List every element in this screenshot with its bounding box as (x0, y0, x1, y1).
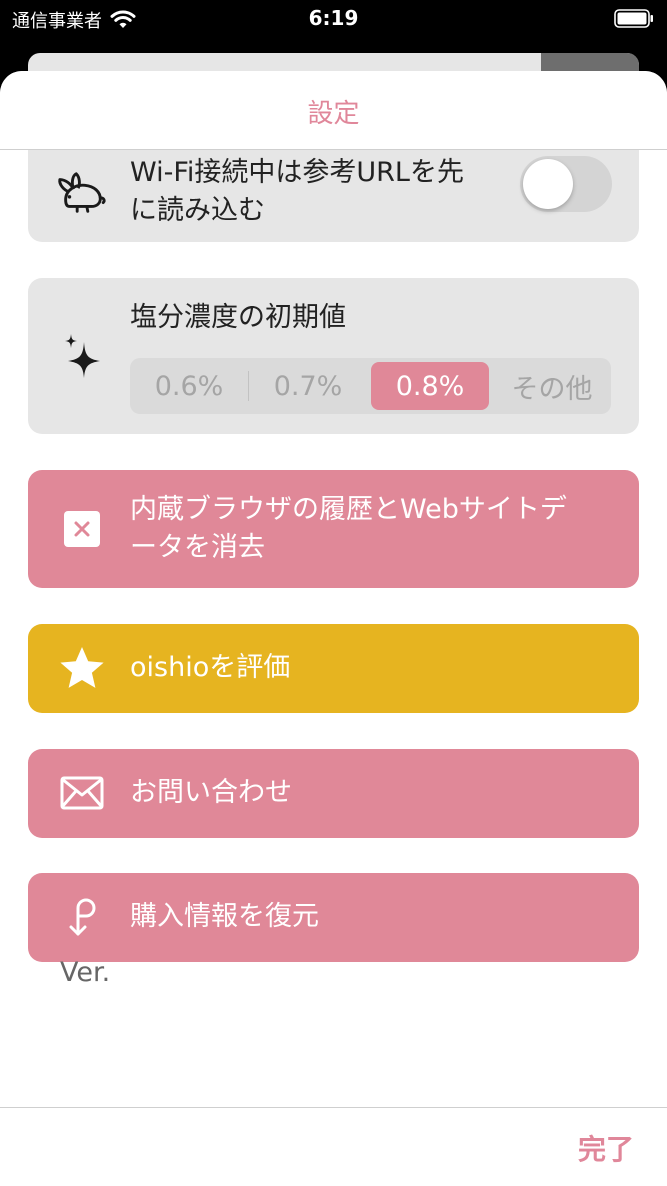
wifi-preload-toggle[interactable] (520, 156, 612, 212)
version-label: Ver. (60, 957, 111, 988)
segment-other[interactable]: その他 (493, 362, 611, 410)
star-icon (56, 642, 108, 694)
battery-icon (614, 9, 653, 28)
rate-app-button[interactable]: oishioを評価 (28, 624, 639, 713)
close-box-icon (56, 503, 108, 555)
contact-button[interactable]: お問い合わせ (28, 749, 639, 838)
envelope-icon (56, 767, 108, 819)
toggle-knob (523, 159, 573, 209)
status-bar: 通信事業者 6:19 (0, 0, 667, 40)
segment-0-8[interactable]: 0.8% (371, 362, 489, 410)
clear-history-label-line2: ータを消去 (130, 532, 265, 563)
wifi-preload-row: Wi-Fi接続中は参考URLを先 に読み込む (28, 150, 639, 242)
segment-0-7[interactable]: 0.7% (249, 362, 367, 410)
sparkle-icon (56, 330, 108, 382)
clear-history-button[interactable]: 内蔵ブラウザの履歴とWebサイトデ ータを消去 (28, 470, 639, 588)
clear-history-label-line1: 内蔵ブラウザの履歴とWebサイトデ (130, 494, 567, 525)
sheet-header: 設定 (0, 71, 667, 150)
salt-segmented-control: 0.6% 0.7% 0.8% その他 (130, 358, 611, 414)
contact-label: お問い合わせ (130, 777, 292, 808)
salt-default-label: 塩分濃度の初期値 (130, 302, 346, 333)
restore-purchase-button[interactable]: 購入情報を復元 (28, 873, 639, 962)
page-title: 設定 (307, 99, 360, 129)
sheet-footer: 完了 (0, 1107, 667, 1186)
settings-sheet: 設定 Wi-Fi接続中は参考URLを先 に読み込む 塩分濃度の初期値 0.6% … (0, 71, 667, 1186)
salt-default-row: 塩分濃度の初期値 0.6% 0.7% 0.8% その他 (28, 278, 639, 434)
rate-app-label: oishioを評価 (130, 652, 291, 683)
wifi-preload-label-line1: Wi-Fi接続中は参考URLを先 (130, 157, 464, 188)
status-time: 6:19 (308, 6, 359, 30)
done-button[interactable]: 完了 (578, 1128, 634, 1168)
rabbit-icon (56, 167, 108, 219)
segment-0-6[interactable]: 0.6% (130, 362, 248, 410)
restore-purchase-label: 購入情報を復元 (130, 901, 319, 932)
wifi-preload-label-line2: に読み込む (130, 195, 265, 226)
restore-arrow-icon (56, 891, 108, 943)
